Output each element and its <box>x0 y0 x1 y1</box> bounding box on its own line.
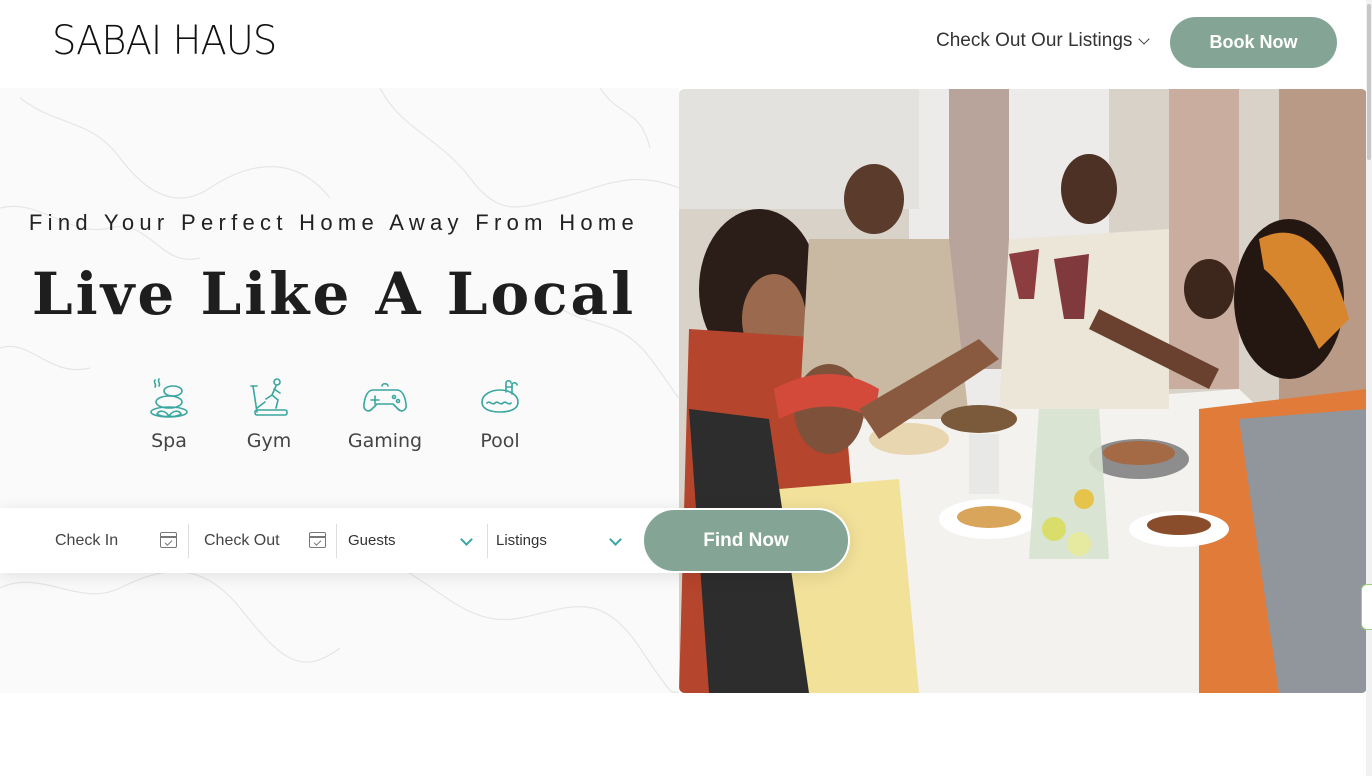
listings-label: Listings <box>496 532 547 549</box>
hero-headline: Live Like A Local <box>31 260 637 328</box>
nav-listings-dropdown[interactable]: Check Out Our Listings <box>936 30 1151 52</box>
site-header: SABAI HAUS Check Out Our Listings Book N… <box>0 0 1372 88</box>
calendar-icon[interactable] <box>309 532 326 548</box>
field-divider <box>487 524 488 558</box>
site-logo[interactable]: SABAI HAUS <box>52 18 277 64</box>
hero-section: Find Your Perfect Home Away From Home Li… <box>0 88 679 693</box>
floating-widget-tab[interactable] <box>1361 584 1372 630</box>
spa-stones-icon <box>150 378 188 418</box>
amenity-spa: Spa <box>140 378 198 452</box>
gamepad-icon <box>363 382 407 412</box>
field-divider <box>336 524 337 558</box>
amenity-pool: Pool <box>471 378 529 452</box>
nav-listings-label: Check Out Our Listings <box>936 30 1133 51</box>
amenity-label-spa: Spa <box>151 430 187 452</box>
guests-select[interactable]: Guests <box>348 508 478 573</box>
amenity-gym: Gym <box>240 378 298 452</box>
book-now-button[interactable]: Book Now <box>1170 17 1337 68</box>
hero-photo <box>679 89 1367 693</box>
family-dinner-image <box>679 89 1367 693</box>
amenity-gaming: Gaming <box>345 378 425 452</box>
hero-tagline: Find Your Perfect Home Away From Home <box>28 210 640 235</box>
find-now-button[interactable]: Find Now <box>642 508 850 573</box>
check-in-label: Check In <box>55 531 119 549</box>
check-out-label: Check Out <box>204 531 280 549</box>
scrollbar-thumb[interactable] <box>1367 4 1371 160</box>
calendar-icon[interactable] <box>160 532 177 548</box>
guests-label: Guests <box>348 532 396 549</box>
listings-select[interactable]: Listings <box>496 508 626 573</box>
treadmill-icon <box>250 378 288 416</box>
pool-icon <box>481 379 519 413</box>
amenity-label-gaming: Gaming <box>347 430 423 452</box>
chevron-down-icon <box>1138 33 1151 45</box>
amenity-label-pool: Pool <box>480 430 520 452</box>
marble-background <box>0 88 679 693</box>
field-divider <box>188 524 189 558</box>
amenity-label-gym: Gym <box>246 430 292 452</box>
